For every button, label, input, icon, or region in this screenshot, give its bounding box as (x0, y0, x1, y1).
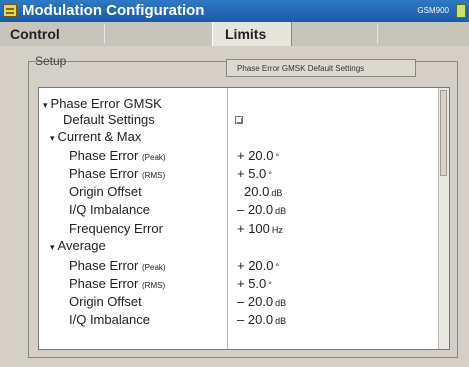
collapse-arrow-icon[interactable]: ▾ (50, 242, 55, 252)
row-value: + 20.0 (237, 258, 274, 273)
vertical-scrollbar[interactable] (438, 88, 449, 349)
title-bar: Modulation Configuration GSM900 (0, 0, 469, 22)
tab-control-label: Control (10, 26, 60, 42)
row-label: Origin Offset (69, 184, 142, 199)
tree-row-average[interactable]: ▾ Average (39, 238, 439, 255)
tab-strip-empty (292, 22, 469, 46)
row-unit: Hz (271, 225, 283, 235)
row-value-field[interactable]: – 20.0 dB (237, 202, 286, 217)
row-label: I/Q Imbalance (69, 312, 150, 327)
row-value: – 20.0 (237, 202, 274, 217)
window-menu-icon[interactable] (3, 4, 17, 17)
row-value-field[interactable]: 20.0 dB (244, 184, 282, 199)
table-row[interactable]: I/Q Imbalance – 20.0 dB (39, 202, 439, 219)
section-label: Phase Error GMSK (50, 96, 162, 111)
row-value-field[interactable]: + 20.0 ° (237, 148, 279, 163)
row-unit: ° (268, 280, 272, 290)
row-value: – 20.0 (237, 312, 274, 327)
row-label: Phase Error (69, 276, 139, 291)
row-unit: dB (271, 188, 283, 198)
standard-indicator: GSM900 (417, 6, 449, 15)
status-indicator-icon (456, 4, 466, 18)
row-unit: dB (275, 298, 287, 308)
row-value: + 5.0 (237, 166, 267, 181)
window-title: Modulation Configuration (22, 2, 205, 19)
row-value-field[interactable]: + 5.0 ° (237, 276, 272, 291)
tree-row-default-settings[interactable]: Default Settings (39, 112, 439, 129)
row-value: + 5.0 (237, 276, 267, 291)
row-qualifier: (Peak) (142, 153, 166, 162)
tab-limits-label: Limits (225, 26, 267, 42)
row-unit: ° (268, 170, 272, 180)
table-row[interactable]: Origin Offset – 20.0 dB (39, 294, 439, 311)
default-settings-checkbox[interactable] (235, 116, 243, 124)
tab-strip: Control Limits (0, 22, 469, 47)
tab-limits[interactable]: Limits (212, 22, 292, 46)
row-value: + 20.0 (237, 148, 274, 163)
table-row[interactable]: Frequency Error + 100 Hz (39, 221, 439, 238)
average-label: Average (57, 238, 106, 253)
table-row[interactable]: Phase Error (RMS) + 5.0 ° (39, 276, 439, 293)
row-unit: dB (275, 206, 287, 216)
scrollbar-thumb[interactable] (440, 90, 447, 176)
row-label: Frequency Error (69, 221, 163, 236)
tree-row-current[interactable]: ▾ Current & Max (39, 129, 439, 146)
row-value: + 100 (237, 221, 270, 236)
row-unit: dB (275, 316, 287, 326)
setup-field[interactable]: Phase Error GMSK Default Settings (226, 59, 416, 77)
row-label: Phase Error (69, 258, 139, 273)
default-settings-label: Default Settings (63, 112, 155, 127)
table-row[interactable]: Phase Error (RMS) + 5.0 ° (39, 166, 439, 183)
row-unit: ° (275, 262, 280, 272)
row-value-field[interactable]: + 20.0 ° (237, 258, 279, 273)
row-qualifier: (RMS) (142, 171, 166, 180)
setup-label: Setup (35, 54, 67, 68)
row-label: Phase Error (69, 166, 139, 181)
row-qualifier: (RMS) (142, 281, 166, 290)
table-row[interactable]: I/Q Imbalance – 20.0 dB (39, 312, 439, 329)
row-value: – 20.0 (237, 294, 274, 309)
table-row[interactable]: Phase Error (Peak) + 20.0 ° (39, 148, 439, 165)
tree-row-section[interactable]: ▾ Phase Error GMSK (39, 96, 439, 113)
row-value: 20.0 (244, 184, 270, 199)
current-max-label: Current & Max (57, 129, 142, 144)
collapse-arrow-icon[interactable]: ▾ (43, 100, 48, 110)
table-row[interactable]: Origin Offset 20.0 dB (39, 184, 439, 201)
row-label: I/Q Imbalance (69, 202, 150, 217)
row-qualifier: (Peak) (142, 263, 166, 272)
row-value-field[interactable]: – 20.0 dB (237, 312, 286, 327)
table-row[interactable]: Phase Error (Peak) + 20.0 ° (39, 258, 439, 275)
row-value-field[interactable]: – 20.0 dB (237, 294, 286, 309)
tab-control[interactable]: Control (0, 22, 210, 46)
row-value-field[interactable]: + 100 Hz (237, 221, 283, 236)
row-unit: ° (275, 152, 280, 162)
row-label: Phase Error (69, 148, 139, 163)
row-label: Origin Offset (69, 294, 142, 309)
collapse-arrow-icon[interactable]: ▾ (50, 133, 55, 143)
row-value-field[interactable]: + 5.0 ° (237, 166, 272, 181)
settings-tree[interactable]: ▾ Phase Error GMSK Default Settings ▾ Curr… (38, 87, 450, 350)
